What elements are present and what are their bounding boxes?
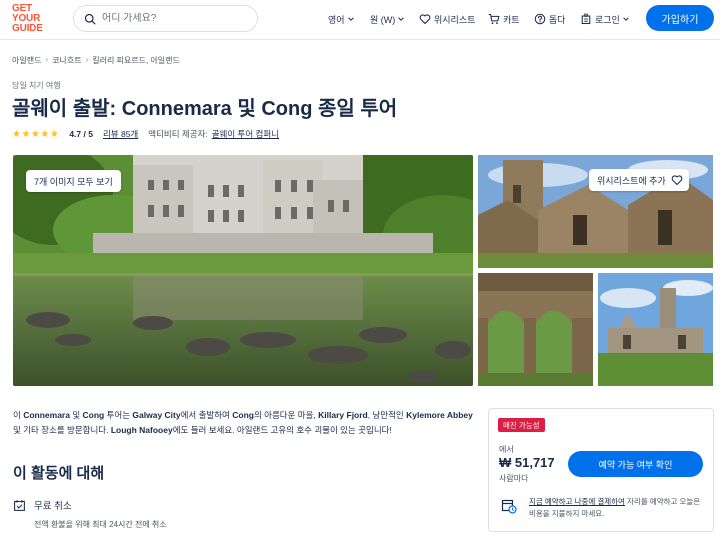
logo-line-3: GUIDE (12, 23, 43, 34)
chevron-down-icon (347, 17, 354, 21)
free-cancellation-label: 무료 취소 (34, 501, 72, 512)
gallery-thumb-3[interactable] (598, 273, 713, 386)
description-text: 의 아름다운 마을, (253, 410, 319, 420)
login-menu[interactable]: 로그인 (580, 11, 630, 27)
description-text: 에서 출발하여 (180, 410, 233, 420)
check-availability-button[interactable]: 예약 가능 여부 확인 (568, 451, 703, 477)
breadcrumb-item[interactable]: 아일랜드 (12, 55, 41, 66)
rating-row: ★★★★★ 4.7 / 5 리뷰 85개 액티비티 제공자: 골웨이 투어 컴퍼… (12, 128, 279, 140)
wishlist-link[interactable]: 위시리스트 (419, 11, 475, 27)
activity-category: 당일 치기 여행 (12, 81, 61, 90)
cart-icon (488, 13, 500, 25)
language-label: 영어 (328, 14, 345, 25)
reserve-now-link[interactable]: 지금 예약하고 나중에 결제하여 (529, 497, 625, 506)
rating-score: 4.7 / 5 (69, 129, 93, 139)
currency-label: 원 (W) (370, 14, 396, 25)
cloister-image (478, 273, 593, 386)
description-text: 투어는 (104, 410, 133, 420)
language-selector[interactable]: 영어 (328, 11, 355, 27)
breadcrumb-separator: › (85, 55, 89, 64)
price-value: ₩ 51,717 (499, 455, 555, 470)
help-icon (534, 13, 546, 25)
wishlist-label: 위시리스트 (434, 14, 476, 25)
help-label: 돕다 (549, 14, 566, 25)
description-highlight: Galway City (132, 410, 181, 420)
breadcrumb-item[interactable]: 코나흐트 (52, 55, 81, 66)
description-text: 및 기타 장소를 방문합니다. (13, 425, 111, 435)
search-icon (84, 13, 96, 24)
description-highlight: Connemara (23, 410, 70, 420)
activity-description: 이 Connemara 및 Cong 투어는 Galway City에서 출발하… (13, 408, 475, 438)
likely-sell-out-badge: 매진 가능성 (498, 418, 545, 432)
description-highlight: Killary Fjord (318, 410, 368, 420)
search-bar[interactable] (73, 5, 258, 32)
signup-button[interactable]: 가입하기 (646, 5, 714, 31)
login-icon (581, 13, 591, 25)
description-text: 이 (13, 410, 24, 420)
breadcrumb-separator: › (45, 55, 49, 64)
chevron-down-icon (398, 17, 405, 21)
heart-icon (419, 14, 431, 25)
getyourguide-logo[interactable]: GET YOUR GUIDE (12, 4, 48, 34)
calendar-clock-icon (501, 499, 517, 514)
description-highlight: Lough Nafooey (110, 425, 173, 435)
star-rating: ★★★★★ (12, 128, 60, 140)
booking-card: 매진 가능성 에서 ₩ 51,717 사람마다 예약 가능 여부 확인 지금 예… (488, 408, 714, 532)
reserve-now-pay-later: 지금 예약하고 나중에 결제하여 자리를 예약하고 오늘은 비용을 지불하지 마… (501, 496, 709, 520)
price-per-person: 사람마다 (499, 474, 529, 483)
about-heading: 이 활동에 대해 (13, 465, 105, 482)
gallery-thumb-2[interactable] (478, 273, 593, 386)
chevron-down-icon (623, 17, 629, 21)
description-text: 및 (69, 410, 83, 420)
reserve-text: 지금 예약하고 나중에 결제하여 자리를 예약하고 오늘은 비용을 지불하지 마… (529, 496, 709, 520)
provider-link[interactable]: 골웨이 투어 컴퍼니 (212, 128, 279, 140)
breadcrumb-item[interactable]: 킬러리 피요르드, 아일랜드 (92, 55, 180, 66)
login-label: 로그인 (595, 14, 620, 25)
add-to-wishlist-button[interactable]: 위시리스트에 추가 (589, 169, 689, 191)
help-link[interactable]: 돕다 (534, 11, 566, 27)
free-cancellation: 무료 취소 (13, 498, 72, 512)
description-text: 에도 들러 보세요. 아일랜드 고유의 호수 괴물이 있는 곳입니다! (172, 425, 392, 435)
calendar-check-icon (14, 499, 25, 511)
reviews-link[interactable]: 리뷰 85개 (103, 128, 138, 140)
provider-label: 액티비티 제공자: (148, 129, 208, 139)
description-highlight: Cong (232, 410, 254, 420)
cart-label: 카트 (503, 14, 520, 25)
currency-selector[interactable]: 원 (W) (370, 11, 405, 27)
breadcrumb: 아일랜드 › 코나흐트 › 킬러리 피요르드, 아일랜드 (12, 55, 180, 66)
description-text: , 낭만적인 (367, 410, 407, 420)
price-from-label: 에서 (499, 445, 514, 454)
free-cancellation-detail: 전액 환불을 위해 최대 24시간 전에 취소 (34, 520, 167, 529)
view-all-images-button[interactable]: 7개 이미지 모두 보기 (26, 170, 121, 192)
cart-link[interactable]: 카트 (488, 11, 520, 27)
abbey-field-image (598, 273, 713, 386)
top-header: GET YOUR GUIDE 영어 원 (W) 위시리스트 카트 돕다 로그인 … (0, 0, 720, 40)
description-highlight: Kylemore Abbey (406, 410, 473, 420)
heart-icon (671, 175, 683, 186)
search-input[interactable] (102, 13, 252, 24)
page-title: 골웨이 출발: Connemara 및 Cong 종일 투어 (12, 98, 398, 120)
add-to-wishlist-label: 위시리스트에 추가 (597, 175, 666, 186)
description-highlight: Cong (82, 410, 105, 420)
